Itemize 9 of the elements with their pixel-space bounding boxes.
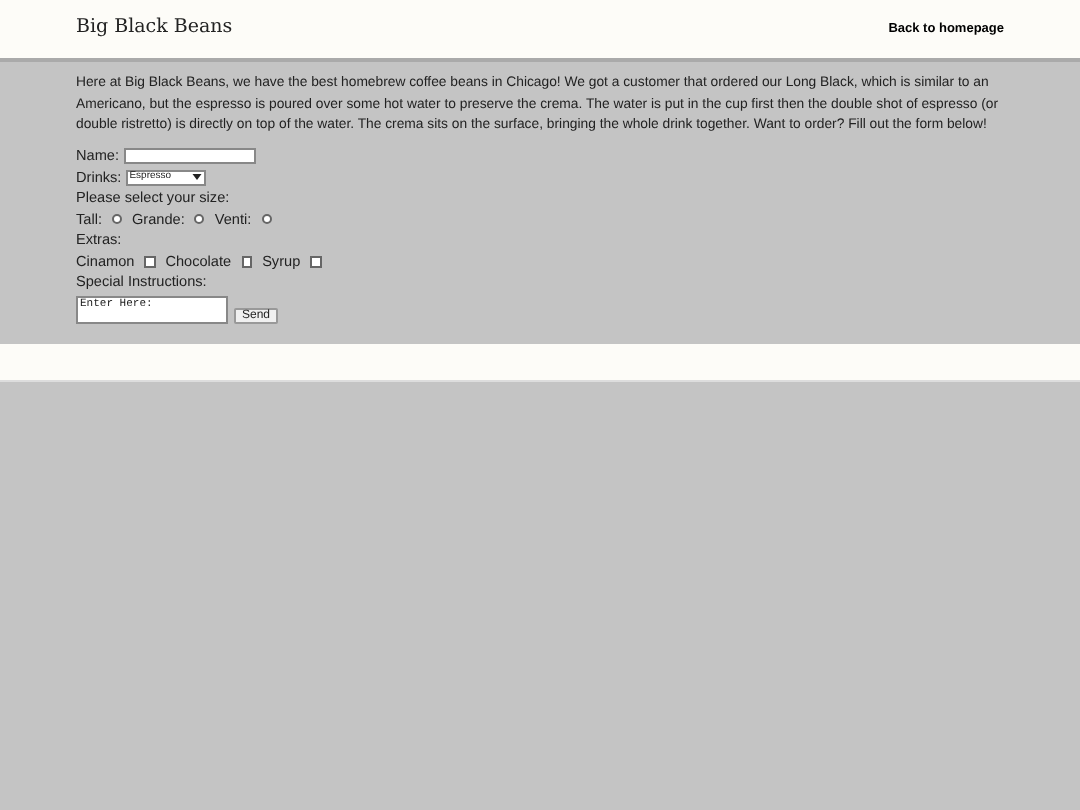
extra-checkbox[interactable]: [144, 256, 156, 268]
extra-checkbox[interactable]: [241, 256, 253, 268]
chevron-down-icon: [191, 174, 202, 181]
site-title: Big Black Beans: [76, 14, 233, 43]
extra-checkbox[interactable]: [310, 256, 322, 268]
name-input-field[interactable]: [123, 148, 255, 165]
size-radio[interactable]: [261, 214, 272, 225]
size-radio[interactable]: [111, 214, 122, 225]
size-radio[interactable]: [194, 214, 205, 225]
